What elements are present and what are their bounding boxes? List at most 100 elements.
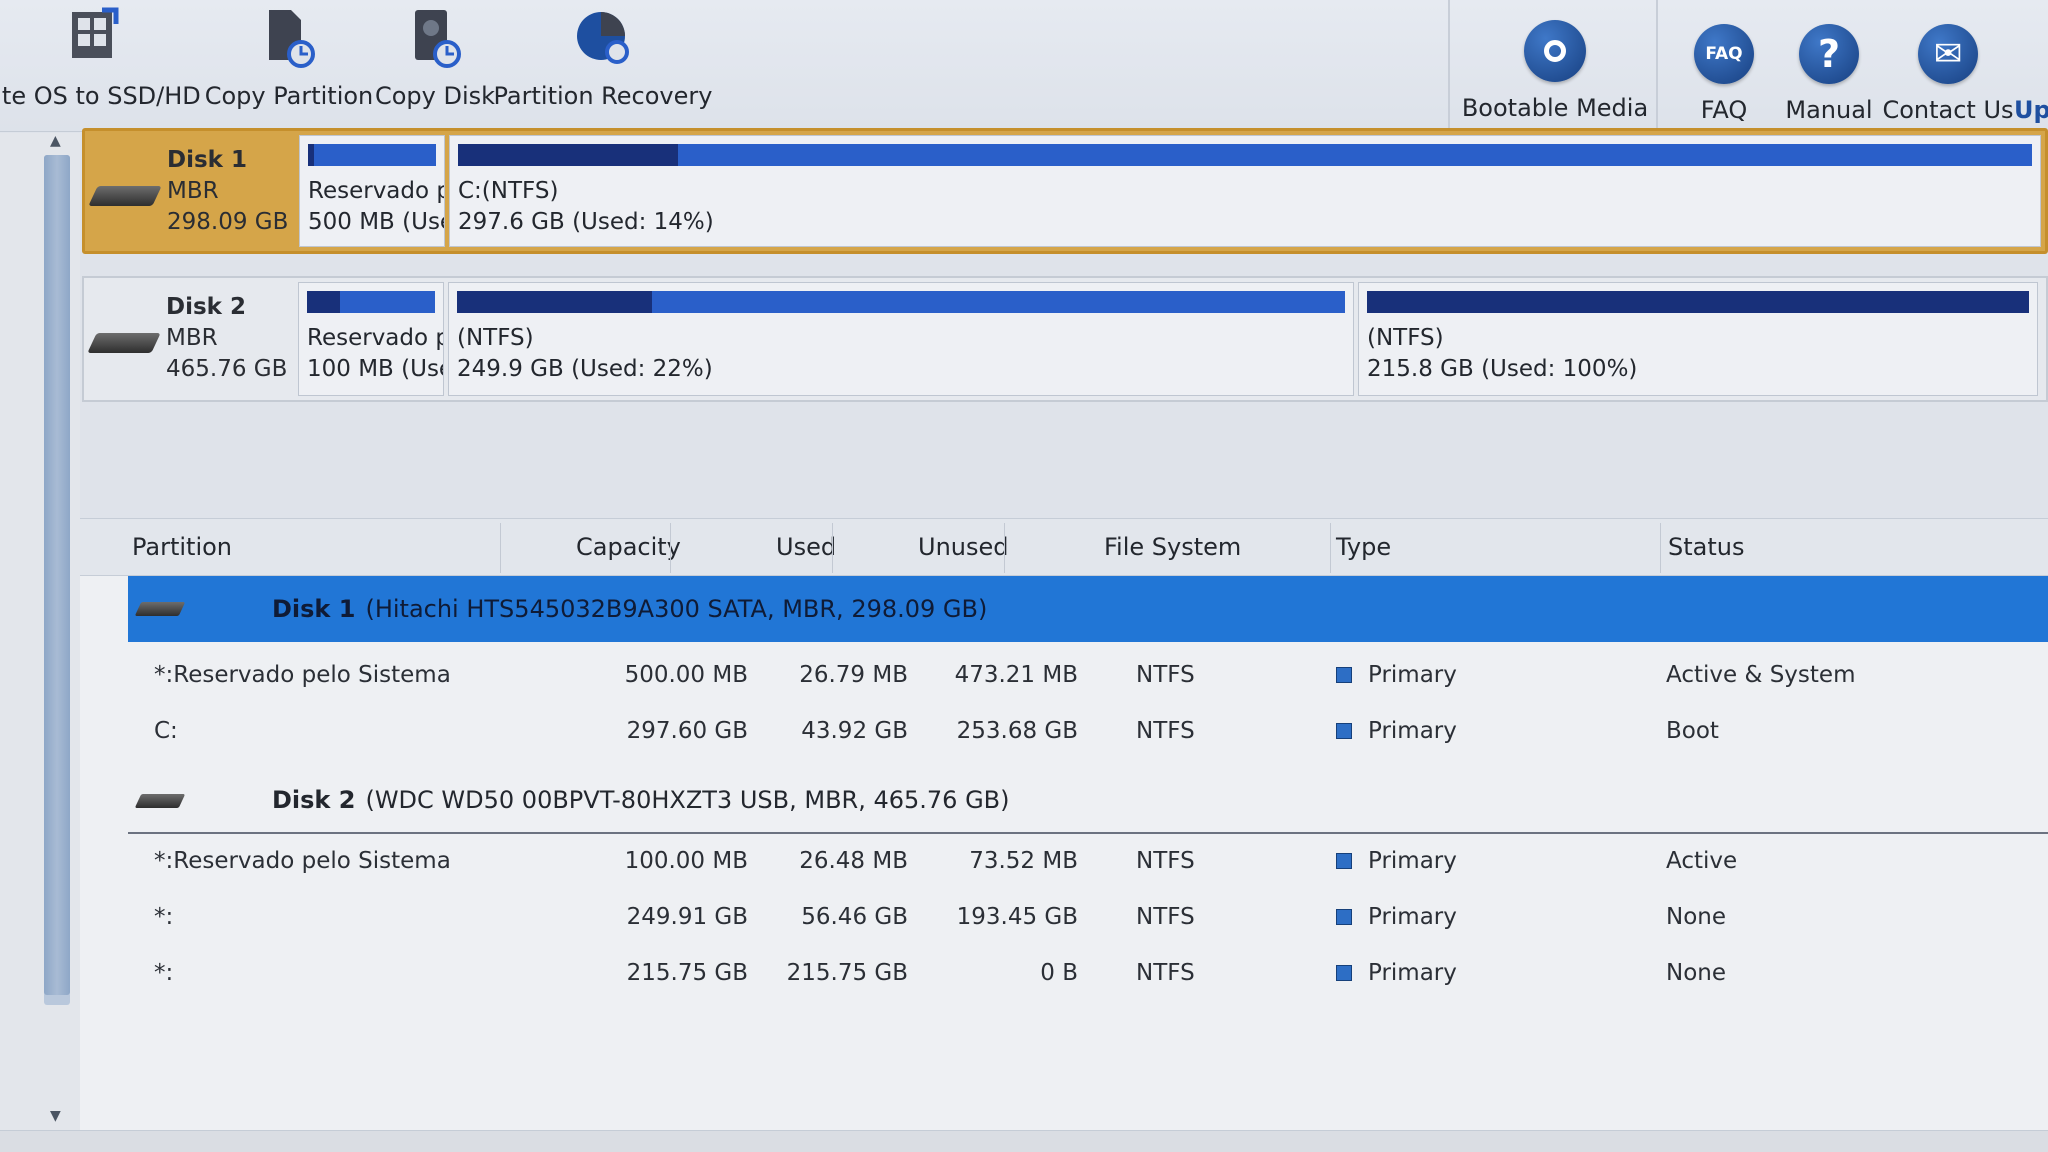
column-divider[interactable] xyxy=(500,523,501,573)
table-row[interactable]: *:Reservado pelo Sistema 100.00 MB 26.48… xyxy=(80,836,2048,888)
contact-us-button[interactable]: ✉ Contact Us xyxy=(1882,0,2014,132)
partition-table: Partition Capacity Used Unused File Syst… xyxy=(80,518,2048,1152)
partition-name: (NTFS) xyxy=(1367,325,1444,351)
cell-partition: C: xyxy=(154,718,178,744)
scroll-down-arrow-icon[interactable]: ▼ xyxy=(50,1108,61,1124)
disk2-map-row[interactable]: Disk 2 MBR 465.76 GB Reservado p 100 MB … xyxy=(82,276,2048,402)
cell-used: 26.79 MB xyxy=(799,662,908,688)
partition-recovery-button[interactable]: Partition Recovery xyxy=(494,0,712,132)
partition-name: C:(NTFS) xyxy=(458,178,559,204)
cell-unused: 0 B xyxy=(1040,960,1078,986)
bootable-media-button[interactable]: Bootable Media xyxy=(1460,0,1650,132)
cell-unused: 253.68 GB xyxy=(956,718,1078,744)
scrollbar-thumb[interactable] xyxy=(44,155,70,995)
cell-status: Boot xyxy=(1666,718,1719,744)
faq-icon: FAQ xyxy=(1694,24,1754,84)
bootable-media-label: Bootable Media xyxy=(1461,94,1649,122)
cell-status: None xyxy=(1666,960,1727,986)
table-row[interactable]: *: 249.91 GB 56.46 GB 193.45 GB NTFS Pri… xyxy=(80,892,2048,944)
cell-capacity: 100.00 MB xyxy=(624,848,748,874)
usage-fill xyxy=(458,144,679,166)
usage-bar xyxy=(1367,291,2029,313)
column-header-capacity[interactable]: Capacity xyxy=(576,533,681,561)
manual-label: Manual xyxy=(1785,96,1873,124)
toolbar: ate OS to SSD/HD Copy Partition Copy Dis… xyxy=(0,0,2048,132)
disk1-label[interactable]: Disk 1 MBR 298.09 GB xyxy=(85,131,297,251)
cell-capacity: 249.91 GB xyxy=(626,904,748,930)
cell-unused: 473.21 MB xyxy=(954,662,1078,688)
table-row[interactable]: *:Reservado pelo Sistema 500.00 MB 26.79… xyxy=(80,650,2048,702)
disk-details: (Hitachi HTS545032B9A300 SATA, MBR, 298.… xyxy=(365,595,988,623)
usage-bar xyxy=(308,144,436,166)
disk2-label[interactable]: Disk 2 MBR 465.76 GB xyxy=(84,278,296,400)
disk2-partition-3[interactable]: (NTFS) 215.8 GB (Used: 100%) xyxy=(1358,282,2038,396)
column-divider[interactable] xyxy=(1660,523,1661,573)
column-header-used[interactable]: Used xyxy=(776,533,836,561)
disk1-group-row[interactable]: Disk 1 (Hitachi HTS545032B9A300 SATA, MB… xyxy=(128,576,2048,642)
disk1-partition-reserved[interactable]: Reservado p 500 MB (Use xyxy=(299,135,445,247)
manual-button[interactable]: ? Manual xyxy=(1782,0,1876,132)
type-label: Primary xyxy=(1368,718,1457,744)
upgrade-button[interactable]: Up xyxy=(2014,0,2048,132)
cell-used: 26.48 MB xyxy=(799,848,908,874)
disk-name: Disk 1 xyxy=(272,595,356,623)
disk2-partition-reserved[interactable]: Reservado p 100 MB (Use xyxy=(298,282,444,396)
column-header-unused[interactable]: Unused xyxy=(918,533,1009,561)
copy-disk-icon xyxy=(403,6,467,70)
hard-drive-icon xyxy=(88,186,162,206)
cell-capacity: 500.00 MB xyxy=(624,662,748,688)
partition-usage: 297.6 GB (Used: 14%) xyxy=(458,209,714,235)
faq-button[interactable]: FAQ FAQ xyxy=(1680,0,1768,132)
disk2-partition-2[interactable]: (NTFS) 249.9 GB (Used: 22%) xyxy=(448,282,1354,396)
cell-status: None xyxy=(1666,904,1727,930)
usage-bar xyxy=(307,291,435,313)
table-row[interactable]: *: 215.75 GB 215.75 GB 0 B NTFS Primary … xyxy=(80,948,2048,1000)
usage-fill xyxy=(307,291,341,313)
disk2-group-row[interactable]: Disk 2 (WDC WD50 00BPVT-80HXZT3 USB, MBR… xyxy=(128,768,2048,834)
cell-partition: *:Reservado pelo Sistema xyxy=(154,662,451,688)
usage-bar xyxy=(458,144,2032,166)
cell-used: 215.75 GB xyxy=(786,960,908,986)
cell-type: Primary xyxy=(1336,848,1457,874)
column-divider[interactable] xyxy=(1330,523,1331,573)
column-divider[interactable] xyxy=(832,523,833,573)
column-header-type[interactable]: Type xyxy=(1336,533,1391,561)
upgrade-label: Up xyxy=(2014,96,2048,124)
disk1-partition-c[interactable]: C:(NTFS) 297.6 GB (Used: 14%) xyxy=(449,135,2041,247)
column-header-file-system[interactable]: File System xyxy=(1104,533,1241,561)
column-header-partition[interactable]: Partition xyxy=(132,533,232,561)
cell-file-system: NTFS xyxy=(1136,662,1195,688)
copy-disk-button[interactable]: Copy Disk xyxy=(375,0,495,132)
primary-square-icon xyxy=(1336,965,1352,981)
disk-name: Disk 2 xyxy=(272,786,356,814)
primary-square-icon xyxy=(1336,853,1352,869)
column-divider[interactable] xyxy=(670,523,671,573)
migrate-os-label: ate OS to SSD/HD xyxy=(0,82,201,110)
scroll-up-arrow-icon[interactable]: ▲ xyxy=(50,133,61,149)
column-divider[interactable] xyxy=(1004,523,1005,573)
type-label: Primary xyxy=(1368,904,1457,930)
hard-drive-icon xyxy=(134,794,186,808)
vertical-scrollbar[interactable] xyxy=(44,155,70,1005)
toolbar-separator xyxy=(1448,0,1450,132)
table-row[interactable]: C: 297.60 GB 43.92 GB 253.68 GB NTFS Pri… xyxy=(80,706,2048,758)
cell-file-system: NTFS xyxy=(1136,718,1195,744)
migrate-os-button[interactable]: ate OS to SSD/HD xyxy=(0,0,201,132)
cell-type: Primary xyxy=(1336,904,1457,930)
disk1-map-row[interactable]: Disk 1 MBR 298.09 GB Reservado p 500 MB … xyxy=(82,128,2048,254)
left-panel: ▲ ▼ xyxy=(0,133,80,1133)
question-icon: ? xyxy=(1799,24,1859,84)
cell-unused: 73.52 MB xyxy=(969,848,1078,874)
disc-icon xyxy=(1524,20,1586,82)
cell-file-system: NTFS xyxy=(1136,960,1195,986)
usage-fill xyxy=(457,291,653,313)
partition-usage: 215.8 GB (Used: 100%) xyxy=(1367,356,1638,382)
copy-partition-button[interactable]: Copy Partition xyxy=(204,0,374,132)
cell-capacity: 215.75 GB xyxy=(626,960,748,986)
table-header: Partition Capacity Used Unused File Syst… xyxy=(80,518,2048,576)
partition-recovery-label: Partition Recovery xyxy=(493,82,713,110)
cell-unused: 193.45 GB xyxy=(956,904,1078,930)
disk-size: 465.76 GB xyxy=(166,356,288,382)
column-header-status[interactable]: Status xyxy=(1668,533,1744,561)
partition-name: Reservado p xyxy=(307,325,444,351)
